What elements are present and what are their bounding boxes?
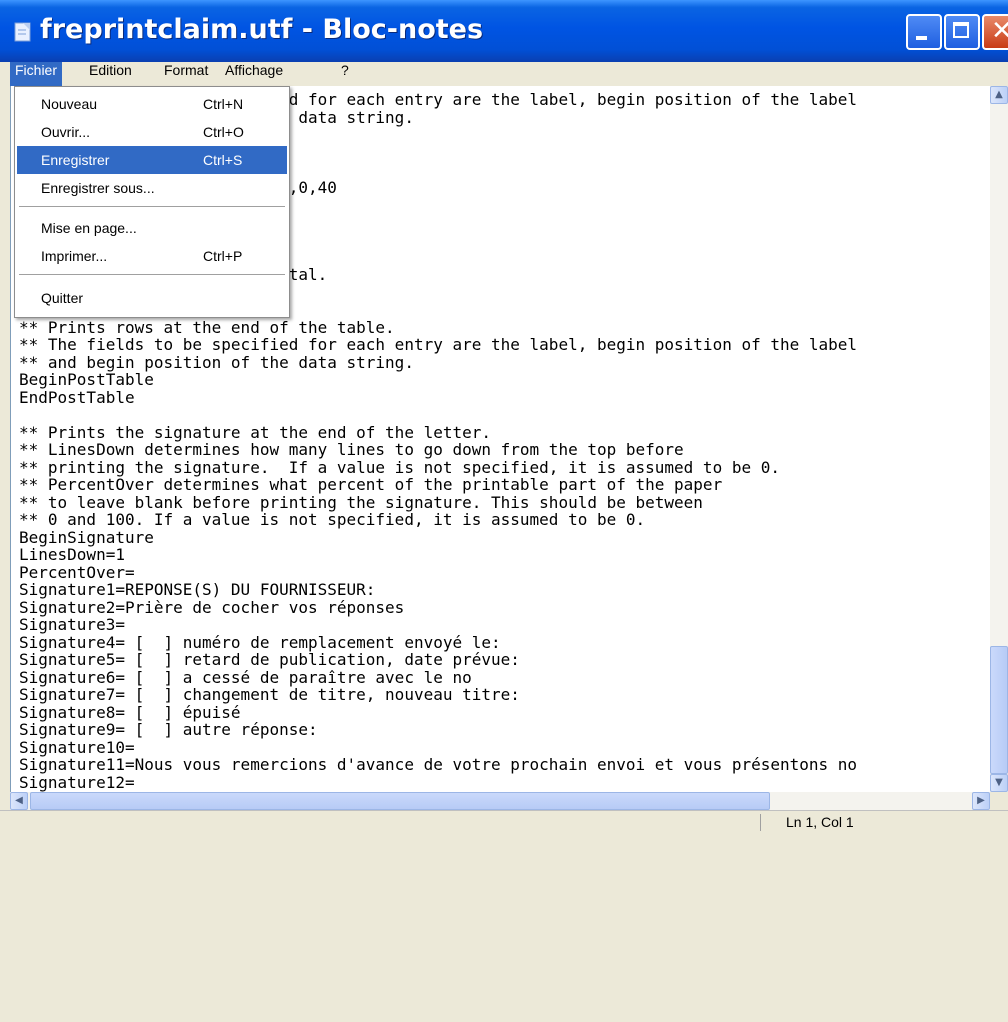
menu-item-mise-en-page[interactable]: Mise en page... bbox=[17, 214, 287, 242]
horizontal-scrollbar[interactable]: ◀ ▶ bbox=[10, 792, 990, 810]
close-button[interactable]: ✕ bbox=[982, 14, 1008, 50]
menu-affichage[interactable]: Affichage bbox=[220, 62, 288, 86]
minimize-icon bbox=[916, 36, 927, 40]
menu-item-label: Ouvrir... bbox=[41, 124, 91, 140]
vertical-scrollbar[interactable]: ▲ ▼ bbox=[990, 86, 1008, 792]
notepad-icon bbox=[14, 22, 31, 42]
status-divider bbox=[760, 814, 761, 831]
close-icon: ✕ bbox=[991, 16, 1008, 46]
size-grip[interactable] bbox=[990, 792, 1008, 810]
menu-item-enregistrer[interactable]: Enregistrer Ctrl+S bbox=[17, 146, 287, 174]
menu-item-label: Nouveau bbox=[41, 96, 98, 112]
file-menu-dropdown: Nouveau Ctrl+N Ouvrir... Ctrl+O Enregist… bbox=[14, 86, 290, 318]
status-bar: Ln 1, Col 1 bbox=[0, 810, 1008, 1022]
arrow-left-icon[interactable]: ◀ bbox=[10, 792, 28, 810]
menu-item-label: Enregistrer sous... bbox=[41, 180, 155, 196]
vertical-scroll-thumb[interactable] bbox=[990, 646, 1008, 774]
menu-help[interactable]: ? bbox=[336, 62, 354, 86]
menu-item-enregistrer-sous[interactable]: Enregistrer sous... bbox=[17, 174, 287, 202]
menu-item-imprimer[interactable]: Imprimer... Ctrl+P bbox=[17, 242, 287, 270]
menu-separator bbox=[19, 274, 285, 275]
arrow-down-icon[interactable]: ▼ bbox=[990, 774, 1008, 792]
menu-item-shortcut: Ctrl+S bbox=[203, 152, 243, 168]
arrow-up-icon[interactable]: ▲ bbox=[990, 86, 1008, 104]
menu-item-quitter[interactable]: Quitter bbox=[17, 284, 287, 312]
notepad-window: freprintclaim.utf - Bloc-notes ✕ Fichier… bbox=[0, 0, 1008, 1022]
arrow-right-icon[interactable]: ▶ bbox=[972, 792, 990, 810]
menu-item-label: Mise en page... bbox=[41, 220, 137, 236]
menu-item-label: Imprimer... bbox=[41, 248, 108, 264]
menu-bar: Fichier Edition Format Affichage ? bbox=[0, 62, 1008, 86]
minimize-button[interactable] bbox=[906, 14, 942, 50]
menu-item-shortcut: Ctrl+O bbox=[203, 124, 244, 140]
menu-item-label: Enregistrer bbox=[41, 152, 110, 168]
menu-item-label: Quitter bbox=[41, 290, 84, 306]
horizontal-scroll-thumb[interactable] bbox=[30, 792, 770, 810]
menu-item-shortcut: Ctrl+N bbox=[203, 96, 244, 112]
menu-item-nouveau[interactable]: Nouveau Ctrl+N bbox=[17, 90, 287, 118]
status-strip: Ln 1, Col 1 bbox=[0, 810, 1008, 833]
menu-edition[interactable]: Edition bbox=[84, 62, 137, 86]
window-title: freprintclaim.utf - Bloc-notes bbox=[40, 14, 484, 45]
maximize-icon bbox=[953, 22, 969, 38]
title-bar[interactable]: freprintclaim.utf - Bloc-notes ✕ bbox=[0, 0, 1008, 62]
menu-format[interactable]: Format bbox=[159, 62, 213, 86]
menu-separator bbox=[19, 206, 285, 207]
menu-item-ouvrir[interactable]: Ouvrir... Ctrl+O bbox=[17, 118, 287, 146]
menu-item-shortcut: Ctrl+P bbox=[203, 248, 243, 264]
menu-fichier[interactable]: Fichier bbox=[10, 62, 63, 86]
cursor-position: Ln 1, Col 1 bbox=[786, 814, 854, 830]
maximize-button[interactable] bbox=[944, 14, 980, 50]
